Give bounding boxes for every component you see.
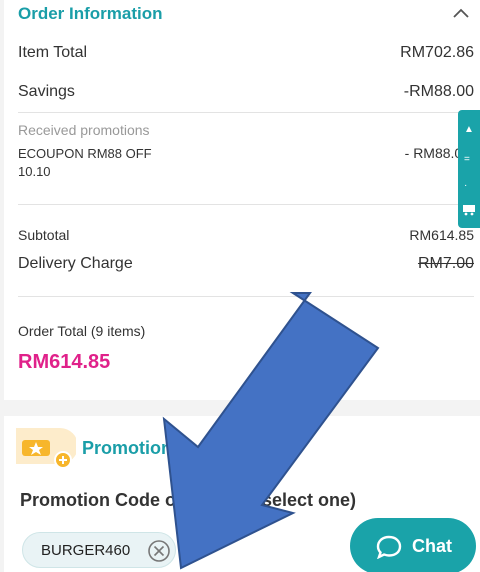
- ticket-icon: [16, 428, 76, 469]
- order-information-header[interactable]: Order Information: [18, 2, 474, 26]
- divider: [18, 204, 474, 205]
- side-tab-mark: =: [464, 154, 470, 165]
- received-promotions-label: Received promotions: [18, 122, 150, 138]
- order-total-label: Order Total (9 items): [18, 323, 146, 339]
- chat-label: Chat: [412, 536, 452, 556]
- subtotal-row: Subtotal RM614.85: [18, 227, 474, 243]
- checkout-page: Order Information Item Total RM702.86 Sa…: [0, 0, 480, 572]
- clear-icon[interactable]: [147, 539, 171, 563]
- chevron-up-icon[interactable]: [452, 6, 470, 20]
- promotion-title: Promotion: [82, 438, 172, 458]
- promotion-code-title: Promotion Code offers (can select one): [20, 490, 357, 510]
- savings-label: Savings: [18, 83, 75, 100]
- side-tab-mark: ·: [464, 180, 468, 191]
- subtotal-value: RM614.85: [409, 227, 474, 243]
- order-information-title: Order Information: [18, 4, 163, 23]
- promotion-name: ECOUPON RM88 OFF 10.10: [18, 146, 152, 179]
- order-information-card: Order Information Item Total RM702.86 Sa…: [4, 0, 480, 400]
- cart-icon: [463, 205, 475, 216]
- promotion-code-chip[interactable]: BURGER460: [22, 532, 176, 568]
- side-tab-mark: ▲: [464, 124, 474, 135]
- divider: [18, 112, 474, 113]
- item-total-label: Item Total: [18, 44, 88, 61]
- delivery-charge-value: RM7.00: [417, 255, 474, 272]
- delivery-charge-label: Delivery Charge: [18, 255, 133, 272]
- floating-side-tab[interactable]: ▲ = ·: [458, 110, 480, 228]
- subtotal-label: Subtotal: [18, 227, 70, 243]
- chat-bubble-icon: [376, 535, 402, 559]
- divider: [18, 296, 474, 297]
- order-total-value: RM614.85: [18, 351, 111, 373]
- chat-button[interactable]: Chat: [350, 518, 476, 572]
- item-total-value: RM702.86: [400, 44, 474, 61]
- savings-value: -RM88.00: [403, 83, 474, 100]
- promotion-code-value: BURGER460: [41, 542, 131, 559]
